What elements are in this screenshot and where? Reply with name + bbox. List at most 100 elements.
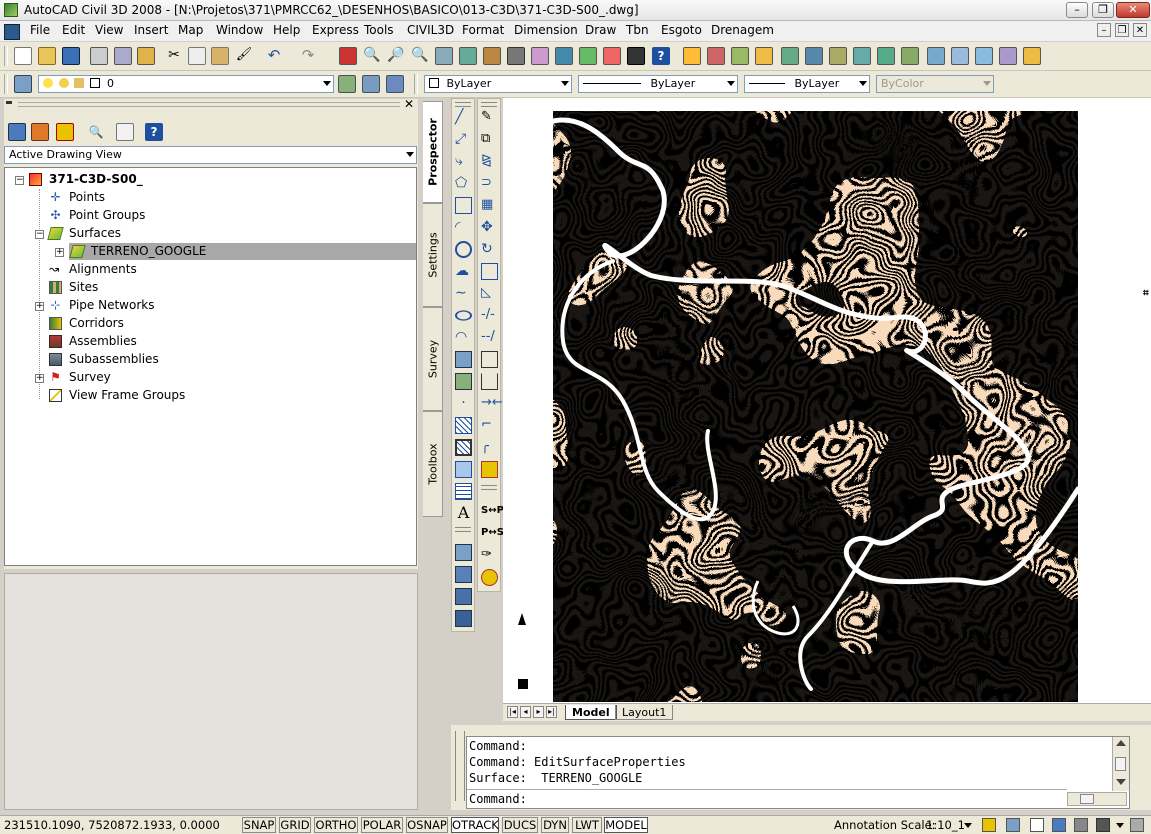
clean-screen-icon[interactable] [1130, 818, 1144, 832]
toolbar-grip[interactable] [481, 102, 497, 107]
mdi-restore-button[interactable]: ❐ [1115, 23, 1129, 37]
help-icon[interactable]: ? [652, 47, 670, 65]
civil-tool-2-icon[interactable] [707, 47, 725, 65]
cut-icon[interactable]: ✂ [165, 47, 183, 65]
rectangle-icon[interactable] [455, 197, 472, 214]
mdi-minimize-button[interactable]: – [1097, 23, 1111, 37]
erase-icon[interactable]: ✎ [481, 109, 498, 126]
layer-previous-icon[interactable] [362, 75, 380, 93]
dyn-toggle[interactable]: DYN [541, 817, 569, 833]
space-to-paper-icon[interactable]: S↔P [481, 503, 504, 520]
scroll-up-icon[interactable] [1116, 740, 1126, 746]
tab-model[interactable]: Model [565, 705, 617, 720]
arc-icon[interactable]: ◜ [455, 219, 472, 236]
settings-mode-icon[interactable] [31, 123, 49, 141]
undo-icon[interactable]: ↶ [265, 47, 283, 65]
osnap-toggle[interactable]: OSNAP [406, 817, 448, 833]
make-block-icon[interactable] [455, 373, 472, 390]
menu-file[interactable]: File [30, 23, 50, 37]
expand-toggle[interactable]: + [35, 374, 44, 383]
command-grip[interactable] [455, 731, 465, 801]
circle-icon[interactable] [455, 241, 472, 258]
paste-icon[interactable] [211, 47, 229, 65]
collapse-toggle[interactable]: − [15, 176, 24, 185]
array-icon[interactable]: ▦ [481, 197, 498, 214]
layer-states-10-icon[interactable] [999, 47, 1017, 65]
layer-manager-icon[interactable] [14, 75, 32, 93]
toolbar-grip[interactable] [481, 485, 497, 490]
civil-tool-3-icon[interactable] [731, 47, 749, 65]
snap-toggle[interactable]: SNAP [242, 817, 276, 833]
revision-cloud-icon[interactable]: ☁ [455, 263, 472, 280]
break-icon[interactable] [481, 373, 498, 390]
layer-tool-icon[interactable] [386, 75, 404, 93]
last-tab-button[interactable]: ▸| [546, 706, 557, 718]
draworder-under-icon[interactable] [455, 610, 472, 627]
publish-icon[interactable] [137, 47, 155, 65]
restore-button[interactable]: ❐ [1092, 2, 1114, 18]
panel-title-grip[interactable] [18, 102, 400, 107]
ortho-toggle[interactable]: ORTHO [314, 817, 358, 833]
color-dropdown[interactable]: ByLayer [424, 75, 572, 93]
toolspace-options-icon[interactable] [116, 123, 134, 141]
ducs-toggle[interactable]: DUCS [502, 817, 538, 833]
panel-grip-icon[interactable] [6, 101, 12, 104]
first-tab-button[interactable]: |◂ [507, 706, 518, 718]
layer-states-2-icon[interactable] [805, 47, 823, 65]
view-selector-dropdown[interactable]: Active Drawing View [4, 146, 417, 164]
search-icon[interactable]: 🔍 [87, 123, 105, 141]
contour-map-drawing[interactable] [553, 111, 1078, 702]
fillet-icon[interactable]: ╭ [481, 439, 498, 456]
tab-prospector[interactable]: Prospector [423, 101, 443, 203]
scroll-down-icon[interactable] [1116, 779, 1126, 785]
minimize-button[interactable]: – [1066, 2, 1088, 18]
gradient-icon[interactable] [455, 439, 472, 456]
communication-center-icon[interactable] [1096, 818, 1110, 832]
menu-help[interactable]: Help [273, 23, 300, 37]
properties-icon[interactable] [435, 47, 453, 65]
annotation-visibility-icon[interactable] [982, 818, 996, 832]
lock-icon[interactable] [1030, 818, 1044, 832]
scroll-thumb[interactable] [1115, 757, 1126, 771]
layer-states-3-icon[interactable] [829, 47, 847, 65]
toolbar-grip[interactable] [455, 102, 471, 107]
ellipse-icon[interactable] [455, 310, 472, 321]
menu-tools[interactable]: Tools [364, 23, 394, 37]
layer-states-4-icon[interactable] [853, 47, 871, 65]
tab-settings[interactable]: Settings [423, 203, 443, 307]
zoom-previous-icon[interactable]: 🔍 [411, 47, 429, 65]
menu-drenagem[interactable]: Drenagem [711, 23, 774, 37]
auto-scale-icon[interactable] [1006, 818, 1020, 832]
plot-icon[interactable] [90, 47, 108, 65]
lineweight-dropdown[interactable]: ByLayer [744, 75, 870, 93]
construction-line-icon[interactable]: ⤢ [455, 131, 472, 148]
extend-icon[interactable]: --/ [481, 329, 498, 346]
insert-block-icon[interactable] [455, 351, 472, 368]
mdi-close-button[interactable]: ✕ [1133, 23, 1147, 37]
new-icon[interactable] [14, 47, 32, 65]
make-layer-current-icon[interactable] [338, 75, 356, 93]
stretch-icon[interactable]: ◺ [481, 285, 498, 302]
tree-item-terreno-google[interactable]: TERRENO_GOOGLE [69, 243, 416, 260]
change-space-icon[interactable]: ✑ [481, 547, 498, 564]
draworder-front-icon[interactable] [455, 544, 472, 561]
close-button[interactable]: ✕ [1116, 2, 1150, 18]
ellipse-arc-icon[interactable]: ◠ [455, 329, 472, 346]
toolbar-grip[interactable] [455, 527, 471, 532]
design-center-icon[interactable] [459, 47, 477, 65]
trim-icon[interactable]: -/- [481, 307, 498, 324]
layer-states-9-icon[interactable] [975, 47, 993, 65]
rotate-icon[interactable]: ↻ [481, 241, 498, 258]
chamfer-icon[interactable]: ⌐ [481, 417, 498, 434]
autocad-app-icon[interactable] [4, 3, 18, 17]
menu-map[interactable]: Map [178, 23, 203, 37]
menu-esgoto[interactable]: Esgoto [661, 23, 702, 37]
civil-tool-1-icon[interactable] [683, 47, 701, 65]
annotation-scale-value[interactable]: 1:10_1 [926, 818, 965, 832]
linetype-dropdown[interactable]: ByLayer [578, 75, 738, 93]
coordinates-readout[interactable]: 231510.1090, 7520872.1933, 0.0000 [4, 818, 220, 832]
layer-states-1-icon[interactable] [781, 47, 799, 65]
expand-toggle[interactable]: + [35, 302, 44, 311]
zoom-realtime-icon[interactable]: 🔍 [363, 47, 381, 65]
multiline-text-icon[interactable]: A [455, 505, 472, 522]
